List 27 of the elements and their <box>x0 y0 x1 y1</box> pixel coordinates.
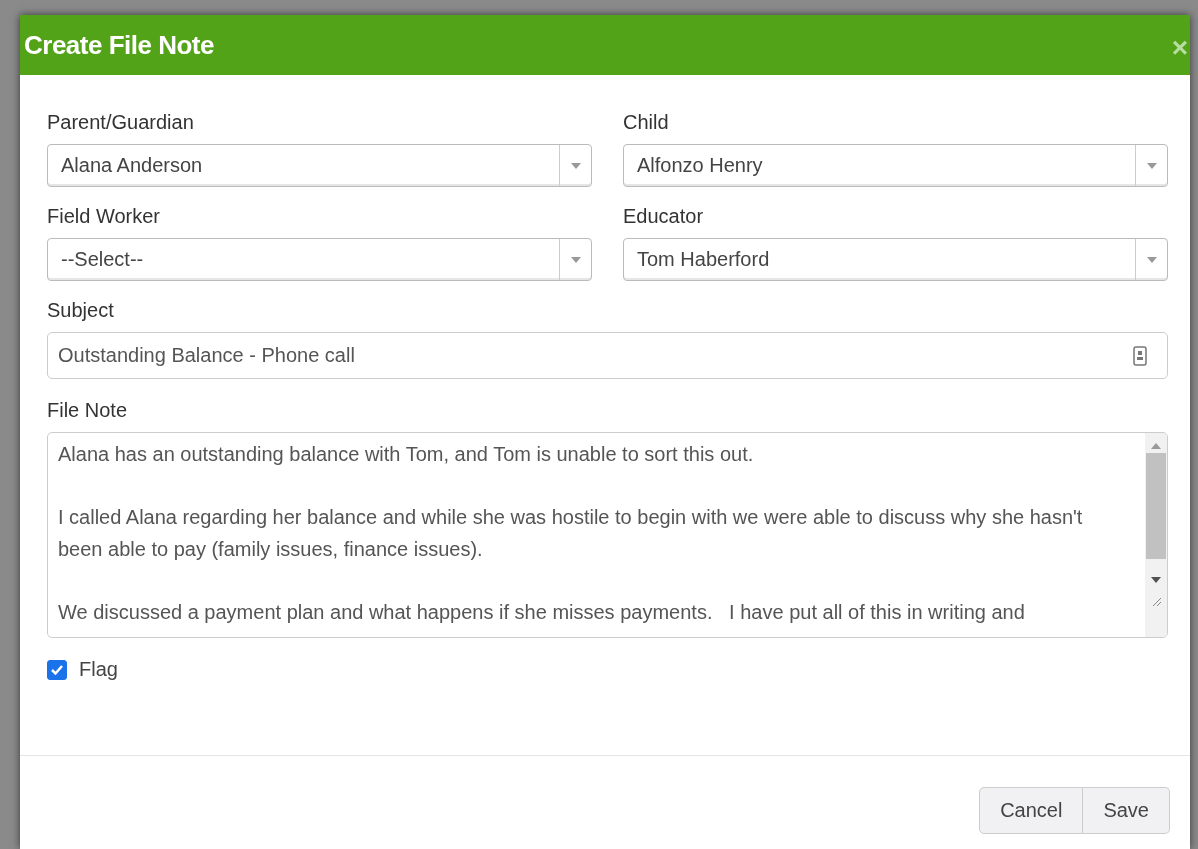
field-label: Educator <box>623 205 705 227</box>
checkbox-label: Flag <box>79 658 118 681</box>
select-field[interactable]: --Select-- <box>47 238 592 281</box>
field-label: Parent/Guardian <box>47 111 195 133</box>
select-field[interactable]: Alfonzo Henry <box>623 144 1168 187</box>
field-label: Child <box>623 111 670 133</box>
caret-icon <box>1146 256 1157 263</box>
select-field[interactable]: Tom Haberford <box>623 238 1168 281</box>
field-label: File Note <box>47 399 129 421</box>
resize-handle-icon[interactable] <box>1150 595 1162 607</box>
caret-icon <box>1146 162 1157 169</box>
input-field[interactable]: Outstanding Balance - Phone call <box>47 332 1168 379</box>
scroll-down-icon[interactable] <box>1151 577 1161 583</box>
field-label: Subject <box>47 299 115 321</box>
save-button[interactable]: Save <box>1083 787 1170 834</box>
dialog-title: Create File Note <box>24 29 214 61</box>
scrollbar-thumb[interactable] <box>1146 453 1166 559</box>
select-field[interactable]: Alana Anderson <box>47 144 592 187</box>
field-label: Field Worker <box>47 205 161 227</box>
text-area[interactable]: Alana has an outstanding balance with Tom, and Tom is unable to sort this out. I called Alana regarding her balance and while she was hostile to begin with we were able to discuss why she hasn't been able to pay (family issues, finance issues). We discussed a payment plan and what happens if she misses payments. I have put all of this in writing and <box>47 432 1168 638</box>
cancel-button[interactable]: Cancel <box>979 787 1084 834</box>
caret-icon <box>570 256 581 263</box>
caret-icon <box>570 162 581 169</box>
contact-card-icon <box>1133 345 1147 366</box>
check-icon <box>50 663 64 676</box>
flag-checkbox[interactable] <box>47 659 67 680</box>
scroll-up-icon[interactable] <box>1151 443 1161 449</box>
